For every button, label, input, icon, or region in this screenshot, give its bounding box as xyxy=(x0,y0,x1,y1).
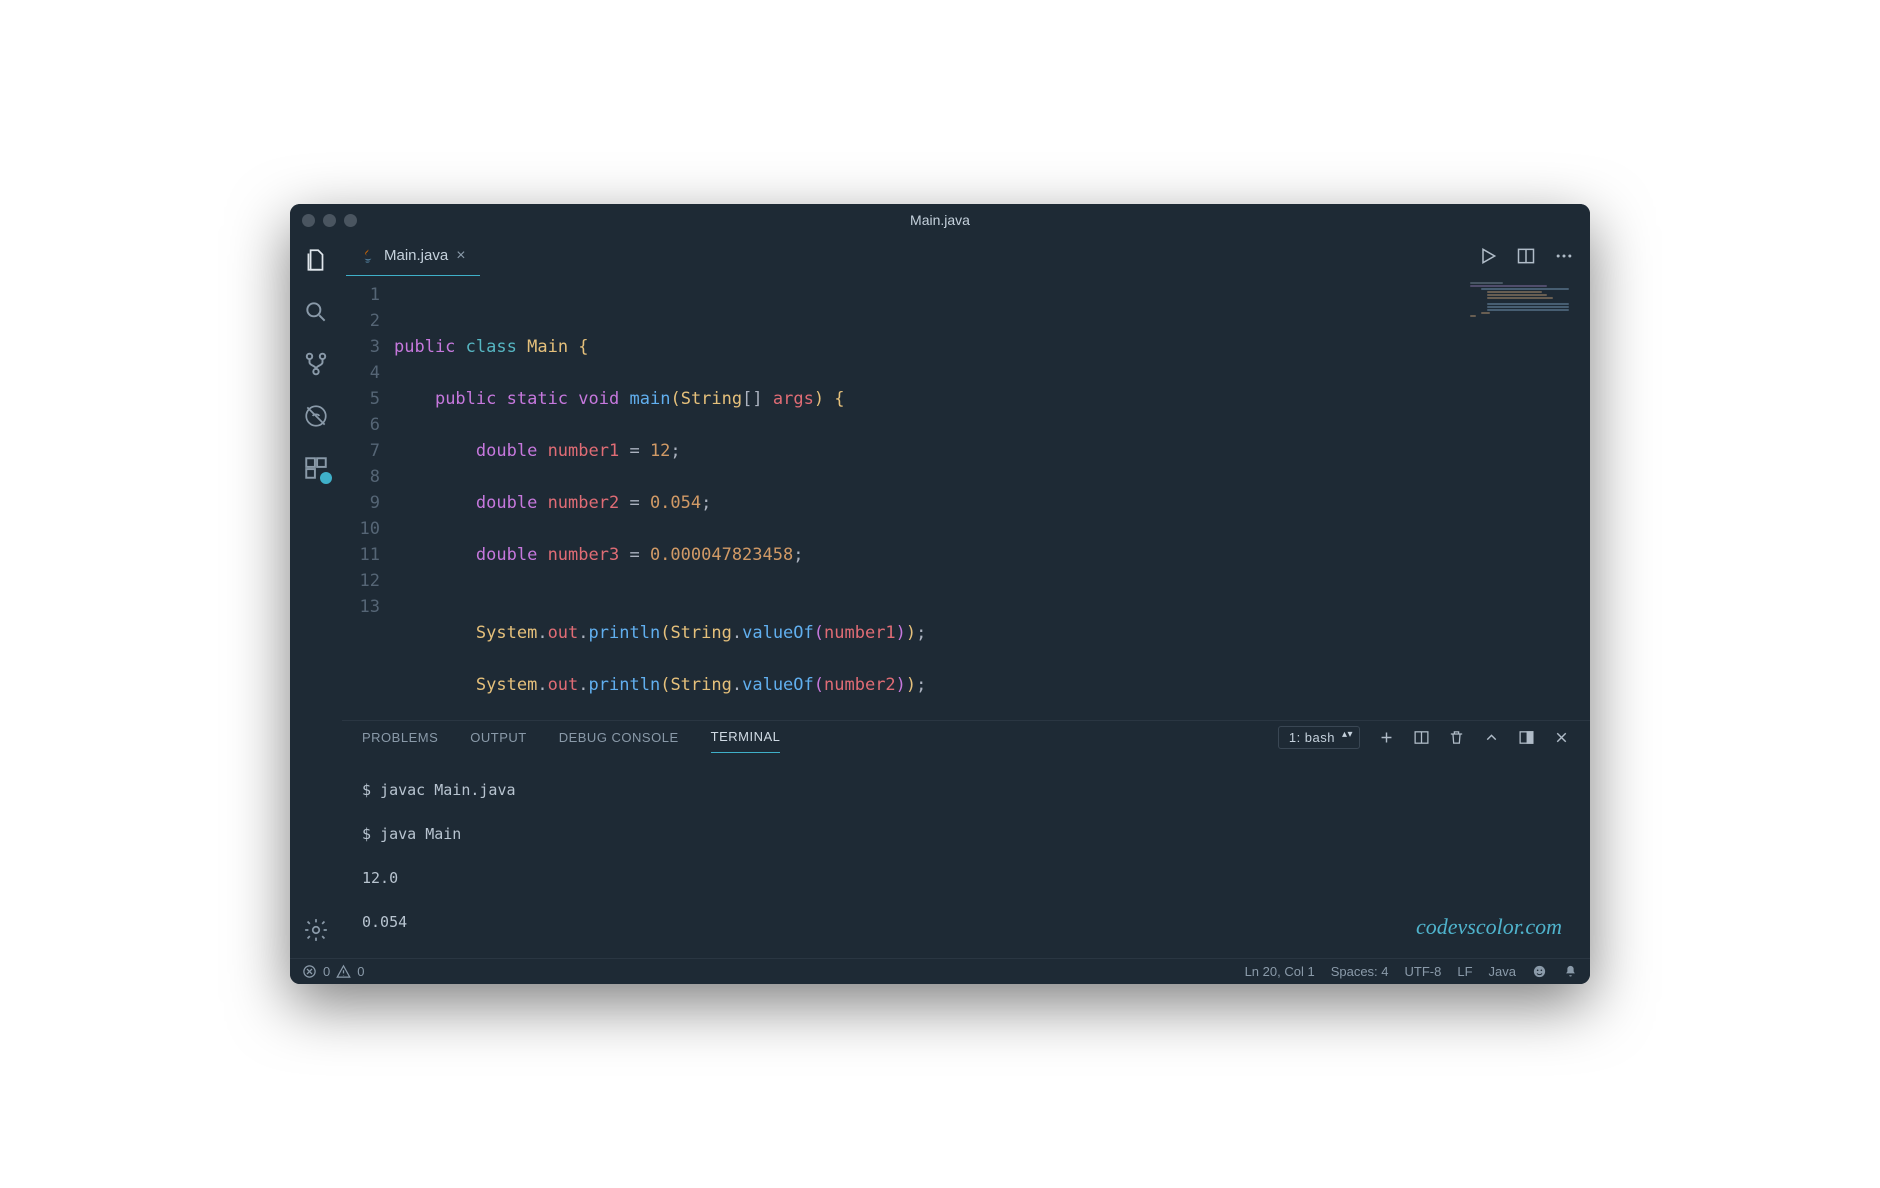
status-bar: 0 0 Ln 20, Col 1 Spaces: 4 UTF-8 LF Java xyxy=(290,958,1590,984)
extensions-icon[interactable] xyxy=(302,454,330,482)
encoding[interactable]: UTF-8 xyxy=(1405,964,1442,979)
code-content[interactable]: public class Main { public static void m… xyxy=(394,276,1590,720)
close-tab-icon[interactable]: × xyxy=(456,247,465,265)
tab-main-java[interactable]: Main.java × xyxy=(346,236,480,276)
tab-bar: Main.java × xyxy=(342,236,1590,276)
cursor-position[interactable]: Ln 20, Col 1 xyxy=(1245,964,1315,979)
settings-gear-icon[interactable] xyxy=(302,916,330,944)
explorer-icon[interactable] xyxy=(302,246,330,274)
source-control-icon[interactable] xyxy=(302,350,330,378)
eol[interactable]: LF xyxy=(1457,964,1472,979)
panel-tab-terminal[interactable]: TERMINAL xyxy=(711,721,781,753)
language-mode[interactable]: Java xyxy=(1489,964,1516,979)
terminal-output[interactable]: $ javac Main.java $ java Main 12.0 0.054… xyxy=(342,753,1590,984)
indentation[interactable]: Spaces: 4 xyxy=(1331,964,1389,979)
tab-filename: Main.java xyxy=(384,247,448,264)
run-icon[interactable] xyxy=(1478,246,1498,266)
activity-bar xyxy=(290,236,342,958)
error-icon[interactable] xyxy=(302,964,317,979)
watermark: codevscolor.com xyxy=(1416,914,1562,940)
warning-icon[interactable] xyxy=(336,964,351,979)
notifications-icon[interactable] xyxy=(1563,964,1578,979)
java-file-icon xyxy=(360,248,376,264)
line-gutter: 12345678910111213 xyxy=(342,276,394,720)
feedback-icon[interactable] xyxy=(1532,964,1547,979)
close-panel-icon[interactable] xyxy=(1553,729,1570,746)
error-count[interactable]: 0 xyxy=(323,964,330,979)
split-editor-icon[interactable] xyxy=(1516,246,1536,266)
panel-tab-problems[interactable]: PROBLEMS xyxy=(362,722,438,753)
panel-tab-debug[interactable]: DEBUG CONSOLE xyxy=(559,722,679,753)
maximize-panel-icon[interactable] xyxy=(1483,729,1500,746)
panel-tab-output[interactable]: OUTPUT xyxy=(470,722,526,753)
bottom-panel: PROBLEMS OUTPUT DEBUG CONSOLE TERMINAL 1… xyxy=(342,720,1590,958)
toggle-panel-icon[interactable] xyxy=(1518,729,1535,746)
code-editor[interactable]: 12345678910111213 public class Main { pu… xyxy=(342,276,1590,720)
warning-count[interactable]: 0 xyxy=(357,964,364,979)
new-terminal-icon[interactable] xyxy=(1378,729,1395,746)
terminal-selector[interactable]: 1: bash▴▾ xyxy=(1278,726,1360,749)
split-terminal-icon[interactable] xyxy=(1413,729,1430,746)
debug-icon[interactable] xyxy=(302,402,330,430)
kill-terminal-icon[interactable] xyxy=(1448,729,1465,746)
minimap[interactable] xyxy=(1470,282,1580,342)
app-window: Main.java xyxy=(290,204,1590,984)
more-actions-icon[interactable] xyxy=(1554,246,1574,266)
search-icon[interactable] xyxy=(302,298,330,326)
window-title: Main.java xyxy=(290,212,1590,228)
titlebar: Main.java xyxy=(290,204,1590,236)
